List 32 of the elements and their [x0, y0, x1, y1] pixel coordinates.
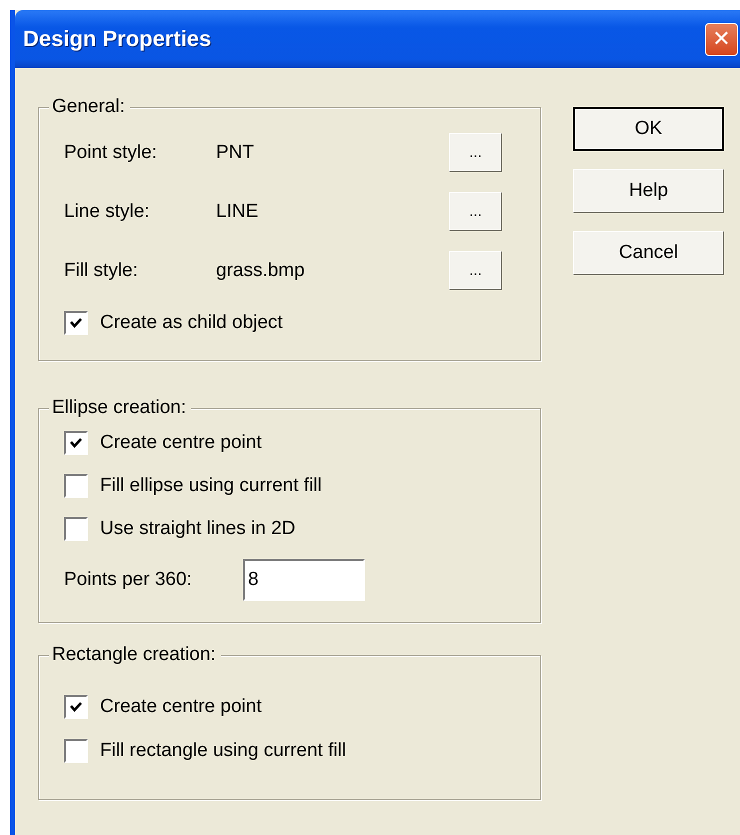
dialog-button[interactable]: Help [573, 169, 724, 213]
field-label: Points per 360: [64, 569, 193, 591]
check-icon [69, 436, 83, 450]
checkbox[interactable] [64, 474, 88, 498]
checkbox[interactable] [64, 431, 88, 455]
browse-button[interactable]: ... [449, 192, 502, 231]
checkbox-label: Fill rectangle using current fill [100, 740, 346, 762]
field-label: Point style: [64, 142, 158, 164]
checkbox-label: Use straight lines in 2D [100, 518, 296, 540]
checkbox-label: Create centre point [100, 432, 262, 454]
input-field[interactable]: 8 [243, 559, 365, 601]
field-label: Fill style: [64, 260, 139, 282]
check-icon [69, 316, 83, 330]
browse-button[interactable]: ... [449, 133, 502, 172]
browse-button[interactable]: ... [449, 251, 502, 290]
check-icon [69, 700, 83, 714]
field-label: Line style: [64, 200, 151, 222]
checkbox-label: Create centre point [100, 696, 262, 718]
checkbox[interactable] [64, 695, 88, 719]
field-value: LINE [216, 200, 260, 222]
dialog-button[interactable]: Cancel [573, 231, 724, 275]
window-title: Design Properties [23, 26, 212, 52]
checkbox[interactable] [64, 311, 88, 335]
checkbox[interactable] [64, 739, 88, 763]
group-title: Ellipse creation: [49, 397, 192, 419]
checkbox-label: Fill ellipse using current fill [100, 475, 322, 497]
group-title: Rectangle creation: [49, 644, 221, 666]
checkbox-label: Create as child object [100, 312, 283, 334]
field-value: grass.bmp [216, 260, 306, 282]
field-value: PNT [216, 142, 255, 164]
checkbox[interactable] [64, 517, 88, 541]
dialog-button[interactable]: OK [573, 107, 724, 151]
